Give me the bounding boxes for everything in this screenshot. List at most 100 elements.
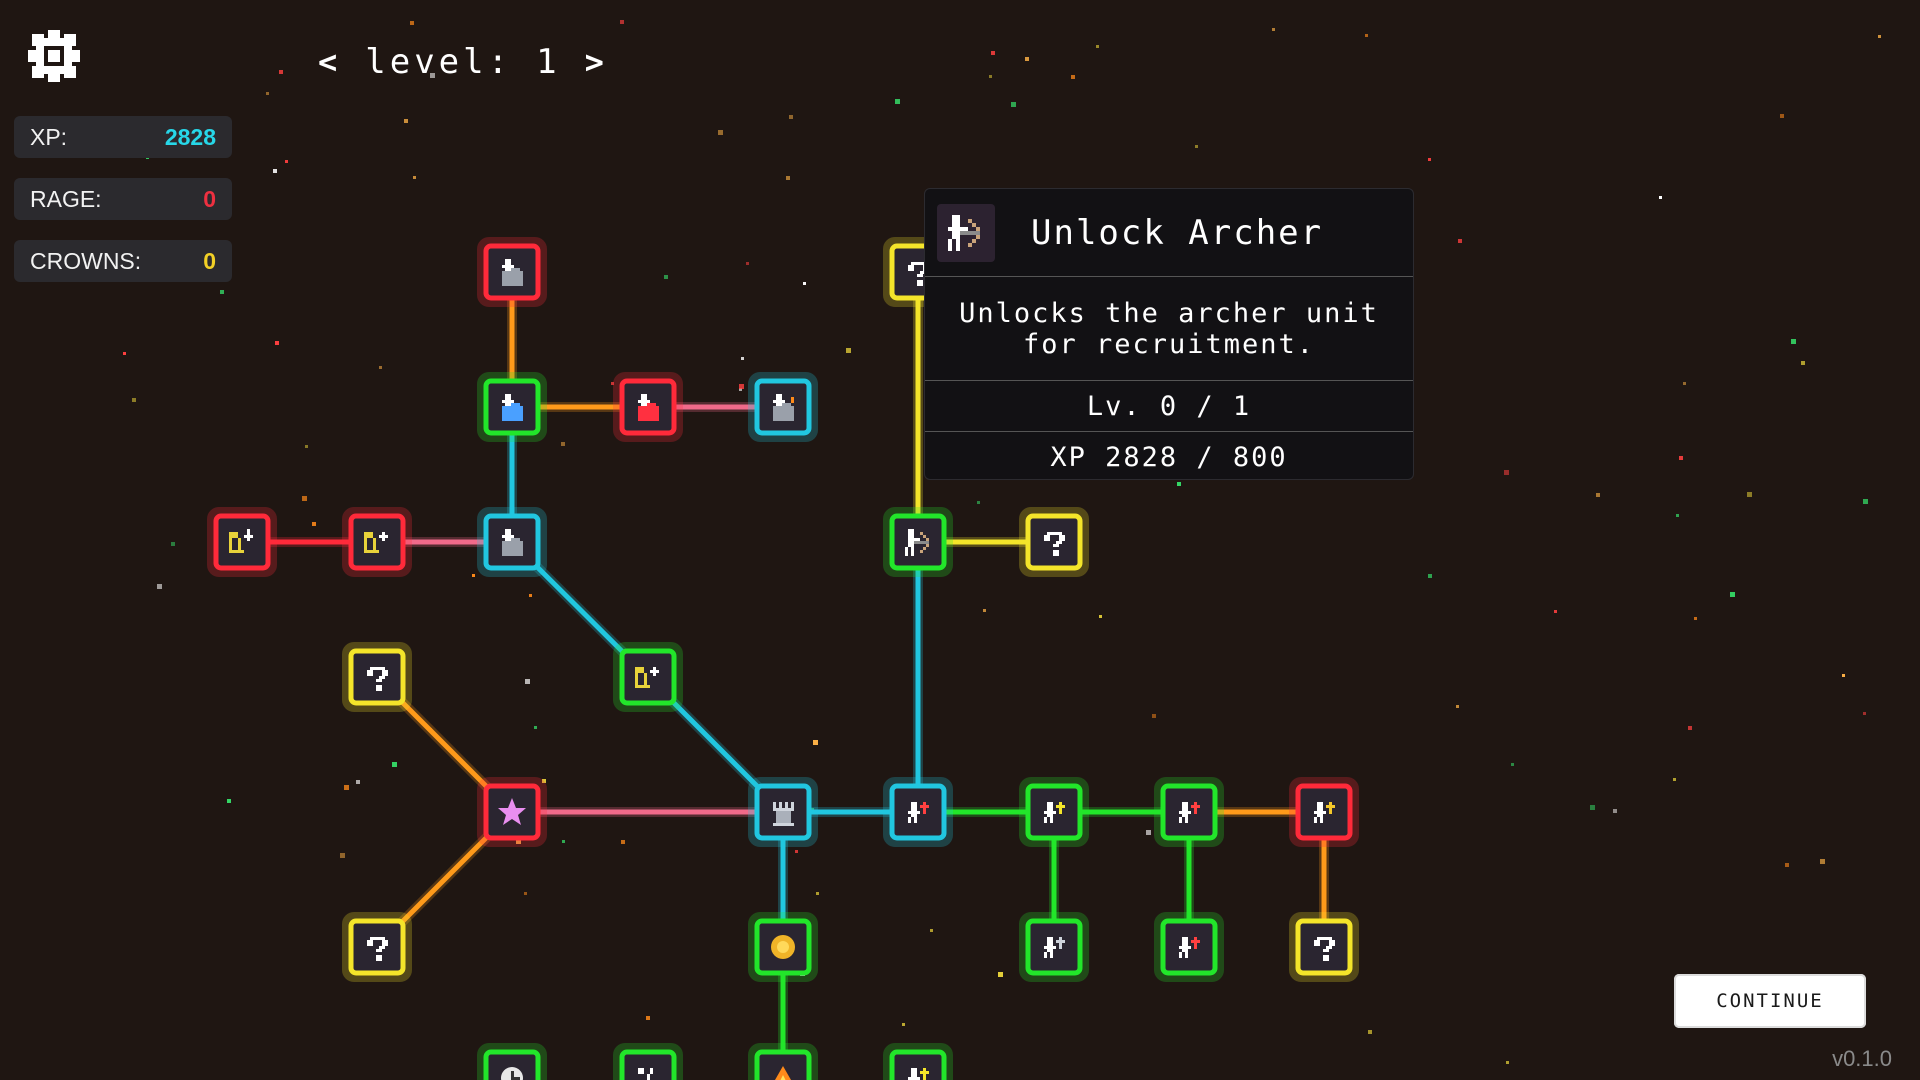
particle — [741, 357, 744, 360]
skill-node-gold[interactable] — [748, 912, 818, 982]
particle — [312, 522, 316, 526]
particle — [1368, 1030, 1372, 1034]
particle — [220, 290, 224, 294]
particle — [1676, 514, 1679, 517]
node-frame — [213, 513, 271, 571]
skill-node-s5[interactable] — [477, 507, 547, 577]
particle — [1011, 102, 1016, 107]
skill-node-b2[interactable] — [613, 1043, 683, 1080]
particle — [1688, 726, 1692, 730]
particle — [813, 740, 818, 745]
particle — [977, 501, 980, 504]
skill-tree — [123, 20, 1881, 1080]
skill-node-u4[interactable] — [1289, 777, 1359, 847]
particle — [930, 929, 933, 932]
particle — [1152, 714, 1156, 718]
particle — [1683, 382, 1686, 385]
particle — [1730, 592, 1735, 597]
skill-node-c2[interactable] — [342, 507, 412, 577]
rage-stat: RAGE: 0 — [14, 178, 232, 220]
rage-label: RAGE: — [30, 185, 102, 212]
particle — [279, 70, 283, 74]
skill-node-b4[interactable] — [883, 1043, 953, 1080]
particle — [1025, 57, 1029, 61]
skill-node-q1[interactable] — [342, 642, 412, 712]
level-next-arrow-icon[interactable]: > — [585, 43, 608, 81]
particle — [1613, 809, 1617, 813]
skill-node-u6[interactable] — [1154, 912, 1224, 982]
level-value: 1 — [536, 42, 561, 82]
settings-gear-icon[interactable] — [28, 30, 80, 82]
node-frame — [1295, 918, 1353, 976]
skill-node-q3[interactable] — [1019, 507, 1089, 577]
particle — [1596, 493, 1600, 497]
gold-coin-icon — [771, 935, 795, 959]
particle — [302, 496, 307, 501]
particle — [1099, 615, 1102, 618]
crowns-stat: CROWNS: 0 — [14, 240, 232, 282]
particle — [1801, 361, 1805, 365]
particle — [902, 1023, 905, 1026]
particle — [404, 119, 408, 123]
particle — [1554, 610, 1557, 613]
xp-stat: XP: 2828 — [14, 116, 232, 158]
particle — [795, 850, 798, 853]
tooltip-description: Unlocks the archer unit for recruitment. — [925, 277, 1413, 381]
node-frame — [889, 1049, 947, 1080]
particle — [989, 75, 992, 78]
particle — [524, 892, 527, 895]
particle — [525, 679, 530, 684]
particle — [1506, 1061, 1509, 1064]
particle — [1878, 35, 1881, 38]
tooltip-header: Unlock Archer — [925, 189, 1413, 277]
particle — [413, 176, 416, 179]
upgrade-tooltip: Unlock Archer Unlocks the archer unit fo… — [924, 188, 1414, 480]
particle — [285, 160, 288, 163]
particle — [1365, 34, 1368, 37]
skill-node-u1[interactable] — [883, 777, 953, 847]
skill-node-u5[interactable] — [1019, 912, 1089, 982]
particle — [356, 780, 360, 784]
particle — [392, 762, 397, 767]
particle — [1504, 470, 1509, 475]
particle — [227, 799, 231, 803]
continue-button[interactable]: CONTINUE — [1674, 974, 1866, 1028]
skill-node-u3[interactable] — [1154, 777, 1224, 847]
skill-node-u2[interactable] — [1019, 777, 1089, 847]
particle — [562, 840, 565, 843]
skill-node-archer[interactable] — [883, 507, 953, 577]
particle — [1590, 805, 1595, 810]
particle — [1511, 763, 1514, 766]
level-label: level: — [365, 42, 513, 82]
particle — [1863, 712, 1866, 715]
skill-node-q2[interactable] — [342, 912, 412, 982]
skill-node-b3[interactable] — [748, 1043, 818, 1080]
skill-node-q4[interactable] — [1289, 912, 1359, 982]
archer-icon — [937, 203, 995, 262]
particle — [846, 348, 851, 353]
particle — [1842, 674, 1845, 677]
skill-node-tower[interactable] — [748, 777, 818, 847]
particle — [472, 574, 475, 577]
particle — [123, 352, 126, 355]
level-prev-arrow-icon[interactable]: < — [318, 43, 341, 81]
particle — [157, 584, 162, 589]
particle — [739, 384, 744, 389]
particle — [379, 366, 382, 369]
skill-node-s3[interactable] — [613, 372, 683, 442]
skill-node-star[interactable] — [477, 777, 547, 847]
skill-node-s4[interactable] — [748, 372, 818, 442]
skill-node-s2[interactable] — [477, 372, 547, 442]
tooltip-level: Lv. 0 / 1 — [925, 381, 1413, 432]
particle — [266, 92, 269, 95]
version-label: v0.1.0 — [1832, 1046, 1892, 1071]
particle — [1146, 830, 1151, 835]
particle — [1863, 499, 1868, 504]
skill-node-c1[interactable] — [207, 507, 277, 577]
particle — [895, 99, 900, 104]
particle — [1747, 492, 1752, 497]
particle — [991, 51, 995, 55]
skill-node-s1[interactable] — [477, 237, 547, 307]
skill-node-b1[interactable] — [477, 1043, 547, 1080]
skill-node-c3[interactable] — [613, 642, 683, 712]
